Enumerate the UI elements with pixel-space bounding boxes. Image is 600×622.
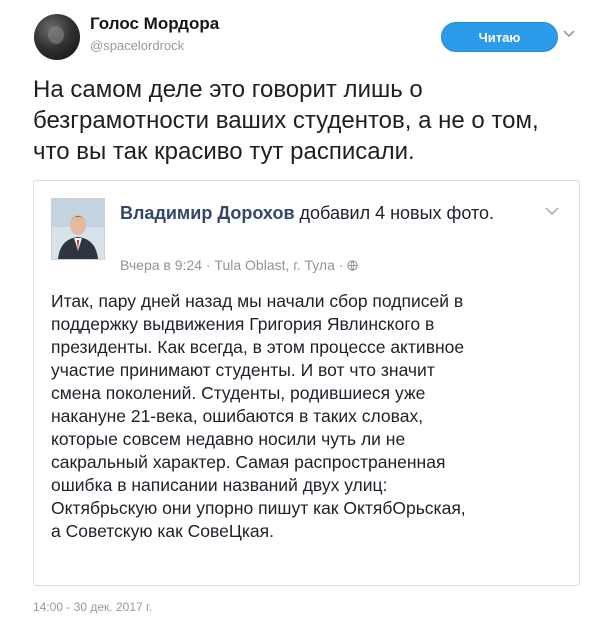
body-line: а Советскую как СовеЦкая.: [51, 521, 274, 541]
body-line: смена поколений. Студенты, родившиеся уж…: [51, 383, 426, 403]
quoted-post-header: Владимир Дорохов добавил 4 новых фото.: [120, 201, 520, 226]
quoted-post-meta-text: Вчера в 9:24 · Tula Oblast, г. Тула ·: [120, 257, 344, 273]
body-line: сакральный характер. Самая распространен…: [51, 452, 446, 472]
body-line: президенты. Как всегда, в этом процессе …: [51, 337, 465, 357]
avatar[interactable]: [34, 14, 80, 60]
body-line: поддержку выдвижения Григория Явлинского…: [51, 314, 435, 334]
quoted-post-author[interactable]: Владимир Дорохов: [120, 203, 295, 223]
chevron-down-icon[interactable]: [544, 205, 560, 217]
body-line: участие принимают студенты. И вот что зн…: [51, 360, 435, 380]
globe-icon: [347, 260, 358, 271]
body-line: Октябрьскую они упорно пишут как ОктябОр…: [51, 498, 466, 518]
chevron-down-icon[interactable]: [562, 27, 576, 41]
quoted-post-meta: Вчера в 9:24 · Tula Oblast, г. Тула ·: [120, 257, 358, 273]
tweet-timestamp[interactable]: 14:00 - 30 дек. 2017 г.: [33, 600, 152, 614]
quoted-post-card[interactable]: Владимир Дорохов добавил 4 новых фото. В…: [33, 180, 580, 586]
author-name[interactable]: Голос Мордора: [90, 14, 219, 34]
body-line: которые совсем недавно носили чуть ли не: [51, 429, 406, 449]
body-line: накануне 21-века, ошибаются в таких слов…: [51, 406, 424, 426]
body-line: ошибка в написании названий двух улиц:: [51, 475, 388, 495]
profile-photo[interactable]: [51, 198, 105, 260]
quoted-post-action: добавил 4 новых фото.: [299, 203, 495, 223]
body-line: Итак, пару дней назад мы начали сбор под…: [51, 291, 464, 311]
follow-button[interactable]: Читаю: [441, 22, 558, 52]
quoted-post-body: Итак, пару дней назад мы начали сбор под…: [51, 290, 571, 543]
author-handle[interactable]: @spacelordrock: [90, 38, 184, 53]
tweet-text: На самом деле это говорит лишь о безграм…: [33, 76, 539, 165]
